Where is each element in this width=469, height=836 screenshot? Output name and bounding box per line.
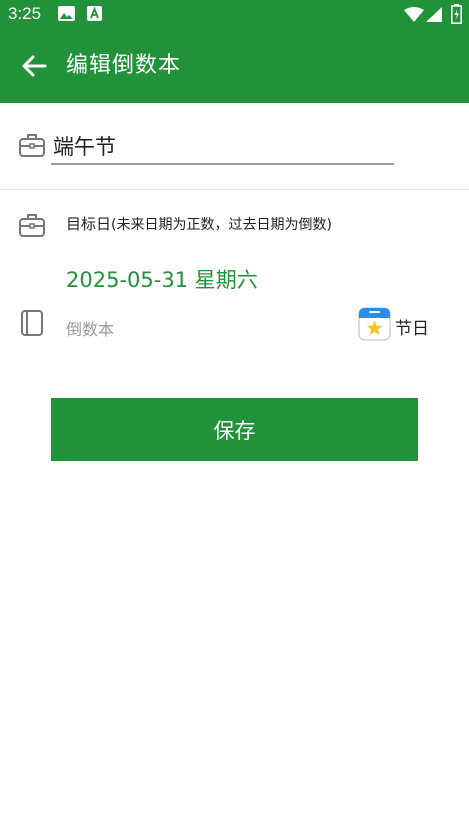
book-name-field[interactable]: 倒数本 [66, 316, 114, 340]
back-button[interactable] [14, 48, 54, 88]
status-bar: 3:25 [0, 0, 469, 30]
signal-icon [426, 7, 442, 26]
battery-icon [451, 4, 462, 28]
page-title: 编辑倒数本 [66, 53, 182, 78]
briefcase-icon [18, 131, 46, 163]
target-date-picker[interactable]: 2025-05-31 星期六 [66, 264, 258, 294]
wifi-icon [404, 7, 424, 26]
book-icon [19, 309, 45, 341]
calendar-star-icon [358, 307, 391, 345]
a-box-icon [87, 6, 102, 25]
app-bar: 编辑倒数本 [0, 30, 469, 103]
status-time: 3:25 [8, 4, 42, 23]
target-date-label-text: 目标日 [66, 215, 112, 233]
target-date-hint: (未来日期为正数，过去日期为倒数) [111, 217, 332, 233]
image-icon [58, 6, 75, 25]
category-selector[interactable]: 节日 [358, 307, 429, 345]
name-row [0, 103, 469, 190]
save-button[interactable]: 保存 [51, 398, 418, 461]
target-date-label: 目标日(未来日期为正数，过去日期为倒数) [66, 213, 332, 234]
event-name-input[interactable] [51, 129, 394, 165]
category-label: 节日 [395, 318, 429, 339]
arrow-left-icon [21, 54, 47, 82]
briefcase-icon [18, 211, 46, 243]
